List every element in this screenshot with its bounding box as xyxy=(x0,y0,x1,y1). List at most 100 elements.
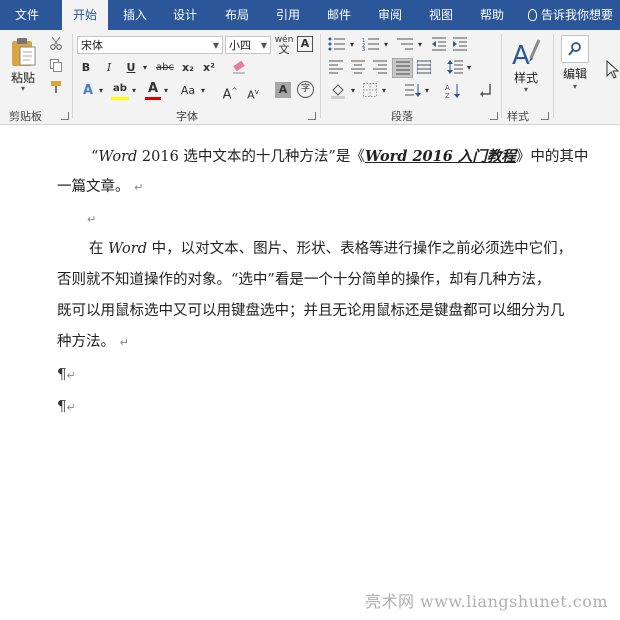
sort-button[interactable]: AZ xyxy=(444,83,462,100)
font-launcher-icon[interactable] xyxy=(308,112,316,120)
tab-mailings[interactable]: 邮件 xyxy=(316,0,362,30)
styles-button[interactable]: A 样式 ▾ xyxy=(506,36,546,104)
paste-dropdown-icon[interactable]: ▾ xyxy=(6,85,40,93)
grow-font-icon: A xyxy=(222,87,232,103)
strikethrough-icon: abc xyxy=(156,62,174,73)
tab-references[interactable]: 引用 xyxy=(265,0,311,30)
doc-text: 中，以对文本、图片、形状、表格等进行操作之前必须选中它们， xyxy=(146,241,573,257)
editing-button[interactable]: 编辑 ▾ xyxy=(556,35,594,103)
chinese-layout-button[interactable] xyxy=(404,83,422,99)
numbering-button[interactable]: 123 xyxy=(361,37,381,53)
group-divider xyxy=(501,34,502,118)
enclose-characters-button[interactable]: 字 xyxy=(297,81,314,98)
tell-me-text: 告诉我你想要 xyxy=(541,8,614,22)
chevron-down-icon[interactable]: ▾ xyxy=(140,60,150,76)
font-name-combo[interactable]: 宋体 ▼ xyxy=(77,36,223,54)
tab-help[interactable]: 帮助 xyxy=(469,0,515,30)
character-shading-button[interactable]: A xyxy=(275,82,291,98)
bullets-button[interactable] xyxy=(327,37,347,53)
grow-font-button[interactable]: A^ xyxy=(222,83,238,103)
tab-review[interactable]: 审阅 xyxy=(367,0,413,30)
clear-formatting-button[interactable] xyxy=(230,59,248,75)
ribbon-tab-bar: 文件 开始 插入 设计 布局 引用 邮件 审阅 视图 帮助 告诉我你想要 xyxy=(0,0,620,30)
justify-button[interactable] xyxy=(392,58,413,78)
clipboard-launcher-icon[interactable] xyxy=(61,112,69,120)
character-border-button[interactable]: A xyxy=(297,36,313,52)
svg-text:3: 3 xyxy=(362,47,365,51)
increase-indent-button[interactable] xyxy=(451,37,469,53)
chevron-down-icon[interactable]: ▾ xyxy=(382,37,390,53)
shrink-font-button[interactable]: Av xyxy=(245,84,261,102)
align-right-button[interactable] xyxy=(372,60,388,76)
tab-layout[interactable]: 布局 xyxy=(214,0,260,30)
chevron-down-icon[interactable]: ▾ xyxy=(97,83,105,99)
shading-button[interactable] xyxy=(329,83,347,99)
find-box xyxy=(561,35,589,63)
align-center-button[interactable] xyxy=(350,60,366,76)
styles-group-label: 样式 xyxy=(507,110,529,123)
return-mark-icon: ↵ xyxy=(87,213,97,226)
font-size-combo[interactable]: 小四 ▼ xyxy=(225,36,271,54)
line-spacing-button[interactable] xyxy=(446,60,464,76)
styles-icon: A xyxy=(512,39,541,71)
paste-button[interactable]: 粘贴 ▾ xyxy=(6,36,40,94)
doc-text: 否则就不知道操作的对象。“选中”看是一个十分简单的操作，却有几种方法， xyxy=(57,272,551,288)
doc-text: 》中的其中 xyxy=(515,149,589,165)
multilevel-list-button[interactable] xyxy=(395,37,415,53)
chevron-down-icon[interactable]: ▾ xyxy=(416,37,424,53)
decrease-indent-button[interactable] xyxy=(430,37,448,53)
chevron-down-icon[interactable]: ▾ xyxy=(130,83,138,99)
change-case-button[interactable]: Aa xyxy=(178,83,198,99)
tab-home[interactable]: 开始 xyxy=(62,0,108,30)
chevron-down-icon[interactable]: ▾ xyxy=(199,83,207,99)
distributed-button[interactable] xyxy=(416,60,432,76)
paragraph-line: 在 Word 中，以对文本、图片、形状、表格等进行操作之前必须选中它们， xyxy=(89,234,572,264)
tab-file[interactable]: 文件 xyxy=(0,0,54,30)
font-size-value: 小四 xyxy=(229,39,251,52)
italic-icon: I xyxy=(106,61,112,74)
show-marks-button[interactable] xyxy=(477,83,495,99)
return-mark-icon: ↵ xyxy=(119,336,129,349)
styles-launcher-icon[interactable] xyxy=(541,112,549,120)
strikethrough-button[interactable]: abc xyxy=(154,60,176,76)
superscript-button[interactable]: x² xyxy=(201,60,217,76)
subscript-button[interactable]: x₂ xyxy=(180,60,196,76)
doc-text: Word xyxy=(98,149,138,165)
text-effects-button[interactable]: A xyxy=(80,83,96,99)
paragraph-launcher-icon[interactable] xyxy=(490,112,498,120)
doc-text: 2016 选中文本的十几种方法”是《 xyxy=(137,149,365,165)
bullets-icon xyxy=(328,37,345,51)
format-painter-icon[interactable] xyxy=(47,80,65,96)
font-color-button[interactable]: A xyxy=(145,81,161,97)
change-case-icon: Aa xyxy=(180,84,196,97)
borders-button[interactable] xyxy=(361,83,379,99)
chevron-down-icon[interactable]: ▾ xyxy=(162,83,170,99)
chevron-down-icon[interactable]: ▾ xyxy=(380,83,388,99)
chevron-down-icon[interactable]: ▾ xyxy=(349,83,357,99)
chevron-down-icon[interactable]: ▾ xyxy=(423,83,431,99)
empty-paragraph: ¶↵ xyxy=(57,359,76,389)
group-divider xyxy=(553,34,554,118)
underline-button[interactable]: U xyxy=(124,60,138,76)
paragraph-line: 一篇文章。 ↵ xyxy=(57,172,143,202)
chevron-down-icon: ▼ xyxy=(260,41,267,50)
line-spacing-icon xyxy=(447,60,463,74)
tab-insert[interactable]: 插入 xyxy=(112,0,158,30)
cut-icon[interactable] xyxy=(47,36,65,52)
tab-design[interactable]: 设计 xyxy=(162,0,208,30)
chevron-down-icon: ▾ xyxy=(523,85,528,94)
chevron-down-icon[interactable]: ▾ xyxy=(465,60,473,76)
tell-me-search[interactable]: 告诉我你想要 xyxy=(528,0,613,30)
sort-icon: AZ xyxy=(445,84,460,100)
align-left-button[interactable] xyxy=(328,60,344,76)
text-effects-icon: A xyxy=(82,83,94,98)
tab-view[interactable]: 视图 xyxy=(418,0,464,30)
highlight-button[interactable]: ab xyxy=(111,81,129,97)
italic-button[interactable]: I xyxy=(102,60,116,76)
bold-button[interactable]: B xyxy=(79,60,93,76)
copy-icon[interactable] xyxy=(47,58,65,74)
chevron-down-icon[interactable]: ▾ xyxy=(348,37,356,53)
enclose-characters-icon: 字 xyxy=(300,84,310,94)
phonetic-guide-button[interactable]: wén 文 xyxy=(274,35,294,55)
chevron-down-icon: ▾ xyxy=(572,82,577,91)
